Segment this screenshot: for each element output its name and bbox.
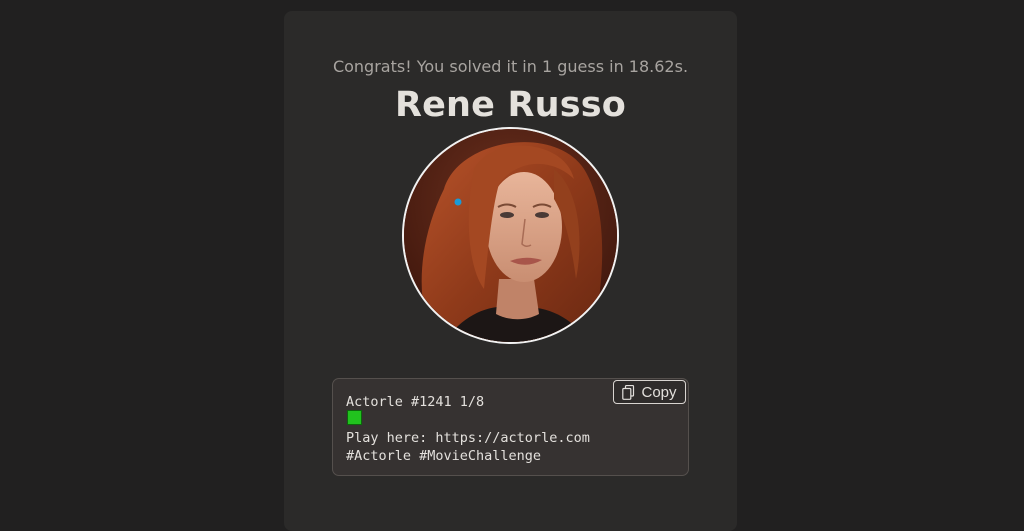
result-card: Congrats! You solved it in 1 guess in 18… (284, 11, 737, 531)
copy-button[interactable]: Copy (613, 380, 686, 404)
share-play-line: Play here: https://actorle.com (346, 430, 590, 446)
actor-portrait (402, 127, 619, 344)
share-tags-line: #Actorle #MovieChallenge (346, 448, 542, 464)
actor-name: Rene Russo (394, 85, 627, 125)
copy-button-label: Copy (641, 383, 677, 401)
share-text-box: Actorle #1241 1/8 Play here: https://act… (332, 378, 689, 476)
actor-portrait-image (404, 129, 617, 342)
congrats-message: Congrats! You solved it in 1 guess in 18… (332, 57, 689, 76)
correct-guess-square (347, 410, 362, 425)
copy-icon (622, 384, 635, 400)
share-title-line: Actorle #1241 1/8 (346, 394, 485, 410)
